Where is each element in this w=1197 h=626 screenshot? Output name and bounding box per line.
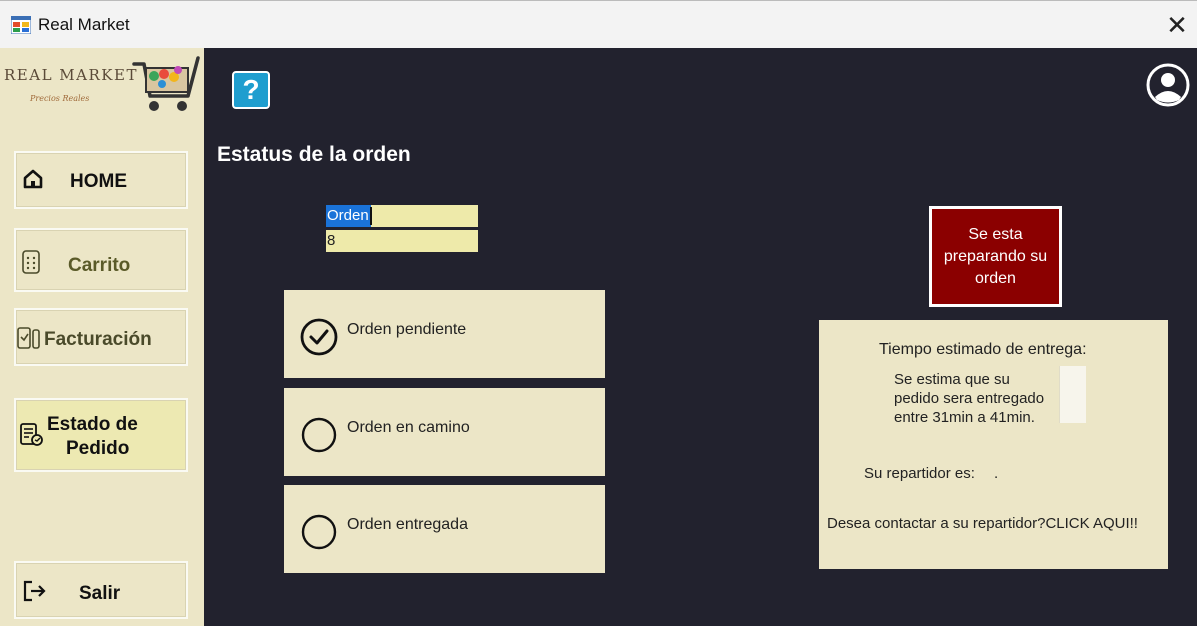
text-cursor bbox=[370, 207, 372, 225]
close-icon: ✕ bbox=[1166, 10, 1188, 40]
logo: REAL MARKET Precios Reales bbox=[4, 52, 202, 126]
clipboard-icon bbox=[17, 327, 40, 349]
sidebar-item-label-line1: Estado de bbox=[47, 414, 138, 435]
sidebar-item-label: HOME bbox=[70, 171, 127, 192]
sidebar-item-estado-pedido[interactable]: Estado de Pedido bbox=[14, 398, 188, 472]
sidebar-item-label: Facturación bbox=[44, 329, 152, 350]
status-label: Orden pendiente bbox=[347, 321, 467, 338]
app-icon bbox=[11, 16, 31, 34]
close-button[interactable]: ✕ bbox=[1160, 7, 1194, 43]
contact-courier-link[interactable]: Desea contactar a su repartidor?CLICK AQ… bbox=[827, 515, 1138, 532]
status-card-entregada: Orden entregada bbox=[284, 485, 605, 573]
order-number: 8 bbox=[327, 232, 336, 249]
check-circle-icon bbox=[300, 318, 338, 356]
sidebar-item-salir[interactable]: Salir bbox=[14, 561, 188, 619]
courier-label: Su repartidor es: bbox=[864, 465, 975, 482]
logout-icon bbox=[23, 580, 46, 602]
current-status-line2: preparando su bbox=[943, 247, 1048, 265]
current-status-line1: Se esta bbox=[968, 225, 1023, 243]
estimate-scrollbar[interactable] bbox=[1059, 366, 1086, 423]
status-label: Orden en camino bbox=[347, 419, 470, 436]
sidebar: REAL MARKET Precios Reales HOME Carrito bbox=[0, 48, 204, 626]
sidebar-item-label: Carrito bbox=[68, 255, 131, 276]
home-icon bbox=[23, 169, 43, 189]
current-status-text: Se esta preparando su orden bbox=[944, 224, 1047, 290]
estimate-line3: entre 31min a 41min. bbox=[894, 409, 1035, 426]
delivery-title: Tiempo estimado de entrega: bbox=[879, 341, 1087, 358]
estimate-line2: pedido sera entregado bbox=[894, 390, 1045, 407]
empty-circle-icon bbox=[301, 417, 337, 453]
status-card-en-camino: Orden en camino bbox=[284, 388, 605, 476]
help-button[interactable]: ? bbox=[232, 71, 270, 109]
title-bar: Real Market ✕ bbox=[0, 0, 1197, 48]
empty-circle-icon bbox=[301, 514, 337, 550]
logo-slogan: Precios Reales bbox=[30, 94, 90, 103]
sidebar-item-label-line2: Pedido bbox=[66, 438, 130, 459]
delivery-estimate: Se estima que su pedido sera entregado e… bbox=[894, 370, 1060, 427]
help-icon: ? bbox=[242, 74, 260, 105]
calculator-icon bbox=[22, 250, 40, 274]
status-label: Orden entregada bbox=[347, 516, 468, 533]
logo-brand: REAL MARKET bbox=[4, 66, 138, 84]
sidebar-item-facturacion[interactable]: Facturación bbox=[14, 308, 188, 366]
window-title: Real Market bbox=[38, 15, 130, 34]
current-status-line3: orden bbox=[975, 269, 1016, 287]
sidebar-item-carrito[interactable]: Carrito bbox=[14, 228, 188, 292]
order-label-field[interactable]: Orden bbox=[326, 205, 478, 227]
sidebar-item-label: Salir bbox=[79, 583, 121, 604]
order-status-icon bbox=[20, 423, 43, 446]
estimate-line1: Se estima que su bbox=[894, 371, 1010, 388]
user-icon[interactable] bbox=[1146, 63, 1190, 107]
page-title: Estatus de la orden bbox=[217, 143, 411, 166]
courier-value: . bbox=[994, 465, 999, 482]
order-number-field[interactable]: 8 bbox=[326, 230, 478, 252]
delivery-info-panel: Tiempo estimado de entrega: Se estima qu… bbox=[819, 320, 1168, 569]
shopping-cart-icon bbox=[132, 56, 200, 111]
status-card-pendiente: Orden pendiente bbox=[284, 290, 605, 378]
order-label-text: Orden bbox=[326, 205, 371, 227]
sidebar-item-home[interactable]: HOME bbox=[14, 151, 188, 209]
current-status-button[interactable]: Se esta preparando su orden bbox=[929, 206, 1062, 307]
